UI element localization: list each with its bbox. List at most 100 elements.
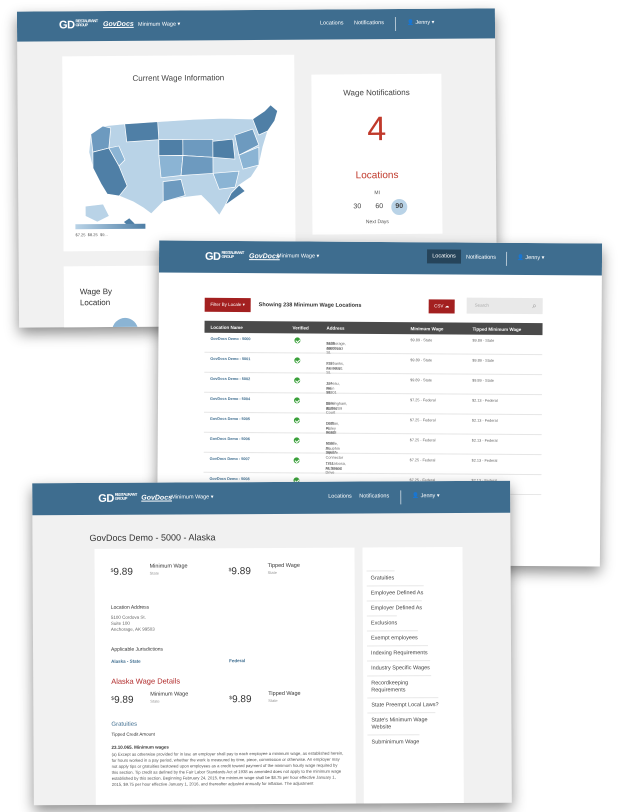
user-icon: 👤 xyxy=(406,19,414,26)
location-link[interactable]: GovDocs Demo - 5006 xyxy=(210,437,250,441)
details-heading: Alaska Wage Details xyxy=(111,676,181,686)
jurisdiction-state-link[interactable]: Alaska - State xyxy=(111,659,141,664)
csv-download-button[interactable]: CSV ☁ xyxy=(428,299,455,314)
locations-table-body: GovDocs Demo - 5000 5100 Cordova St. Suit… xyxy=(203,332,543,496)
sidebar-item-recordkeeping[interactable]: Recordkeeping Requirements xyxy=(371,680,431,694)
nav-locations-link[interactable]: Locations xyxy=(328,494,352,500)
statute-heading: 23.10.065. Minimum wages xyxy=(111,744,169,750)
minimum-wage-menu[interactable]: Minimum Wage ▾ xyxy=(171,494,213,500)
donut-chart-partial xyxy=(112,317,139,328)
tipped-wage-cell: $9.89 - State xyxy=(472,338,495,343)
govdocs-brand-link[interactable]: GovDocs xyxy=(141,495,172,502)
verified-check-icon xyxy=(293,437,300,444)
nav-locations-link[interactable]: Locations xyxy=(320,20,344,26)
verified-check-icon xyxy=(294,337,301,344)
sidebar-item-subminimum[interactable]: Subminimum Wage xyxy=(372,739,420,746)
days-option-60[interactable]: 60 xyxy=(369,203,389,210)
tipped-wage-cell: $2.13 - Federal xyxy=(471,458,498,463)
tipped-wage-cell: $2.13 - Federal xyxy=(471,418,498,423)
sidebar-item-exempt-employees[interactable]: Exempt employees xyxy=(371,635,418,642)
sidebar-item-gratuities[interactable]: Gratuities xyxy=(371,575,395,582)
notification-count[interactable]: 4 xyxy=(312,110,442,150)
nav-divider xyxy=(505,251,508,266)
details-tipped-wage-source: State xyxy=(268,697,278,704)
location-link[interactable]: GovDocs Demo - 5005 xyxy=(210,417,250,421)
table-row[interactable]: GovDocs Demo - 5000 5100 Cordova St. Suit… xyxy=(204,332,543,356)
wage-notifications-card: Wage Notifications 4 Locations MI 30 60 … xyxy=(311,73,443,235)
verified-check-icon xyxy=(294,377,301,384)
minimum-wage-menu[interactable]: Minimum Wage ▾ xyxy=(277,253,319,259)
sidebar-item-industry-wages[interactable]: Industry Specific Wages xyxy=(371,665,430,672)
table-row[interactable]: GovDocs Demo - 5001 225 Bernelar St. Fair… xyxy=(204,352,543,376)
location-link[interactable]: GovDocs Demo - 5008 xyxy=(209,477,249,481)
current-wage-card: Current Wage Information $7.25 $8.25 $9.… xyxy=(62,54,296,252)
table-row[interactable]: GovDocs Demo - 5007 1711 Mcfarland Drive… xyxy=(203,452,542,476)
wage-legend-labels: $7.25 $8.25 $9... xyxy=(75,232,108,238)
filter-by-locale-button[interactable]: Filter By Locale ▾ xyxy=(204,297,251,313)
min-wage-label: Minimum Wage xyxy=(149,563,188,570)
verified-check-icon xyxy=(293,417,300,424)
results-count: Showing 238 Minimum Wage Locations xyxy=(258,302,362,309)
location-link[interactable]: GovDocs Demo - 5001 xyxy=(210,357,250,361)
search-icon[interactable]: ⌕ xyxy=(532,301,537,311)
verified-check-icon xyxy=(294,357,301,364)
details-min-wage-label: Minimum Wage xyxy=(150,691,189,698)
sidebar-item-exclusions[interactable]: Exclusions xyxy=(371,620,397,627)
tipped-wage-cell: $9.89 - State xyxy=(472,378,494,383)
user-menu[interactable]: 👤 Jenny ▾ xyxy=(407,20,434,26)
verified-check-icon xyxy=(293,397,301,404)
location-link[interactable]: GovDocs Demo - 5004 xyxy=(210,397,250,401)
tipped-wage-cell: $2.13 - Federal xyxy=(472,398,498,403)
notifications-title: Wage Notifications xyxy=(343,87,410,98)
nav-notifications-link[interactable]: Notifications xyxy=(359,493,389,499)
table-row[interactable]: GovDocs Demo - 5002 124 Main St. Juneau, … xyxy=(204,372,543,396)
nav-locations-active[interactable]: Locations xyxy=(426,249,462,264)
days-option-30[interactable]: 30 xyxy=(347,203,367,210)
min-wage-cell: $7.25 - Federal xyxy=(410,398,436,403)
min-wage-cell: $9.89 - State xyxy=(410,358,433,363)
tipped-wage-label: Tipped Wage xyxy=(267,562,300,570)
location-address: 5100 Cordova St. Suite 100 Anchorage, AK… xyxy=(110,614,155,632)
sidebar-item-employer-defined[interactable]: Employer Defined As xyxy=(371,605,422,612)
nav-notifications-link[interactable]: Notifications xyxy=(466,255,496,261)
table-row[interactable]: GovDocs Demo - 5004 22 Barber Court Suite… xyxy=(203,392,543,416)
gratuities-section-heading: Gratuities xyxy=(111,721,138,728)
wage-legend xyxy=(75,223,146,230)
sidebar-item-indexing[interactable]: Indexing Requirements xyxy=(371,650,428,657)
sidebar-item-preempt[interactable]: State Preempt Local Laws? xyxy=(371,702,438,709)
location-link[interactable]: GovDocs Demo - 5000 xyxy=(210,337,250,341)
days-selector: 30 60 90 xyxy=(312,198,442,216)
mi-label: MI xyxy=(374,190,380,197)
min-wage-cell: $7.25 - Federal xyxy=(409,418,436,423)
govdocs-brand-link[interactable]: GovDocs xyxy=(249,253,280,260)
user-menu[interactable]: 👤 Jenny ▾ xyxy=(412,493,439,499)
min-wage-cell: $9.89 - State xyxy=(410,378,432,383)
search-placeholder: Search xyxy=(474,302,489,308)
wage-by-location-title: Wage By Location xyxy=(79,287,113,308)
verified-check-icon xyxy=(293,457,300,464)
days-option-90[interactable]: 90 xyxy=(391,198,408,216)
tipped-wage-source: State xyxy=(267,569,277,576)
location-link[interactable]: GovDocs Demo - 5002 xyxy=(210,377,250,381)
us-wage-map[interactable] xyxy=(62,55,295,252)
min-wage-cell: $9.89 - State xyxy=(410,338,433,343)
sidebar-item-min-wage-website[interactable]: State's Minimum Wage Website xyxy=(371,717,435,731)
search-input[interactable]: Search ⌕ xyxy=(466,297,543,315)
gd-logo: GDRESTAURANT GROUP xyxy=(98,491,137,505)
table-row[interactable]: GovDocs Demo - 5005 1800 Finley Road Doth… xyxy=(203,412,542,436)
days-caption: Next Days xyxy=(365,219,389,226)
user-menu[interactable]: 👤 Jenny ▾ xyxy=(517,255,544,261)
table-row[interactable]: GovDocs Demo - 5006 3200 Dauphin Square … xyxy=(203,432,542,459)
details-tipped-wage-label: Tipped Wage xyxy=(268,690,301,698)
min-wage-cell: $7.25 - Federal xyxy=(409,458,436,463)
topics-sidebar: Gratuities Employee Defined As Employer … xyxy=(362,547,464,804)
sidebar-item-employee-defined[interactable]: Employee Defined As xyxy=(371,590,424,597)
jurisdiction-federal-link[interactable]: Federal xyxy=(229,658,245,663)
address-heading: Location Address xyxy=(110,604,150,611)
minimum-wage-menu[interactable]: Minimum Wage ▾ xyxy=(138,22,180,28)
govdocs-brand-link[interactable]: GovDocs xyxy=(103,21,134,28)
user-icon: 👤 xyxy=(412,493,420,500)
location-link[interactable]: GovDocs Demo - 5007 xyxy=(210,457,250,461)
top-nav: GDRESTAURANT GROUP GovDocs Minimum Wage … xyxy=(32,480,511,516)
nav-notifications-link[interactable]: Notifications xyxy=(354,20,384,26)
